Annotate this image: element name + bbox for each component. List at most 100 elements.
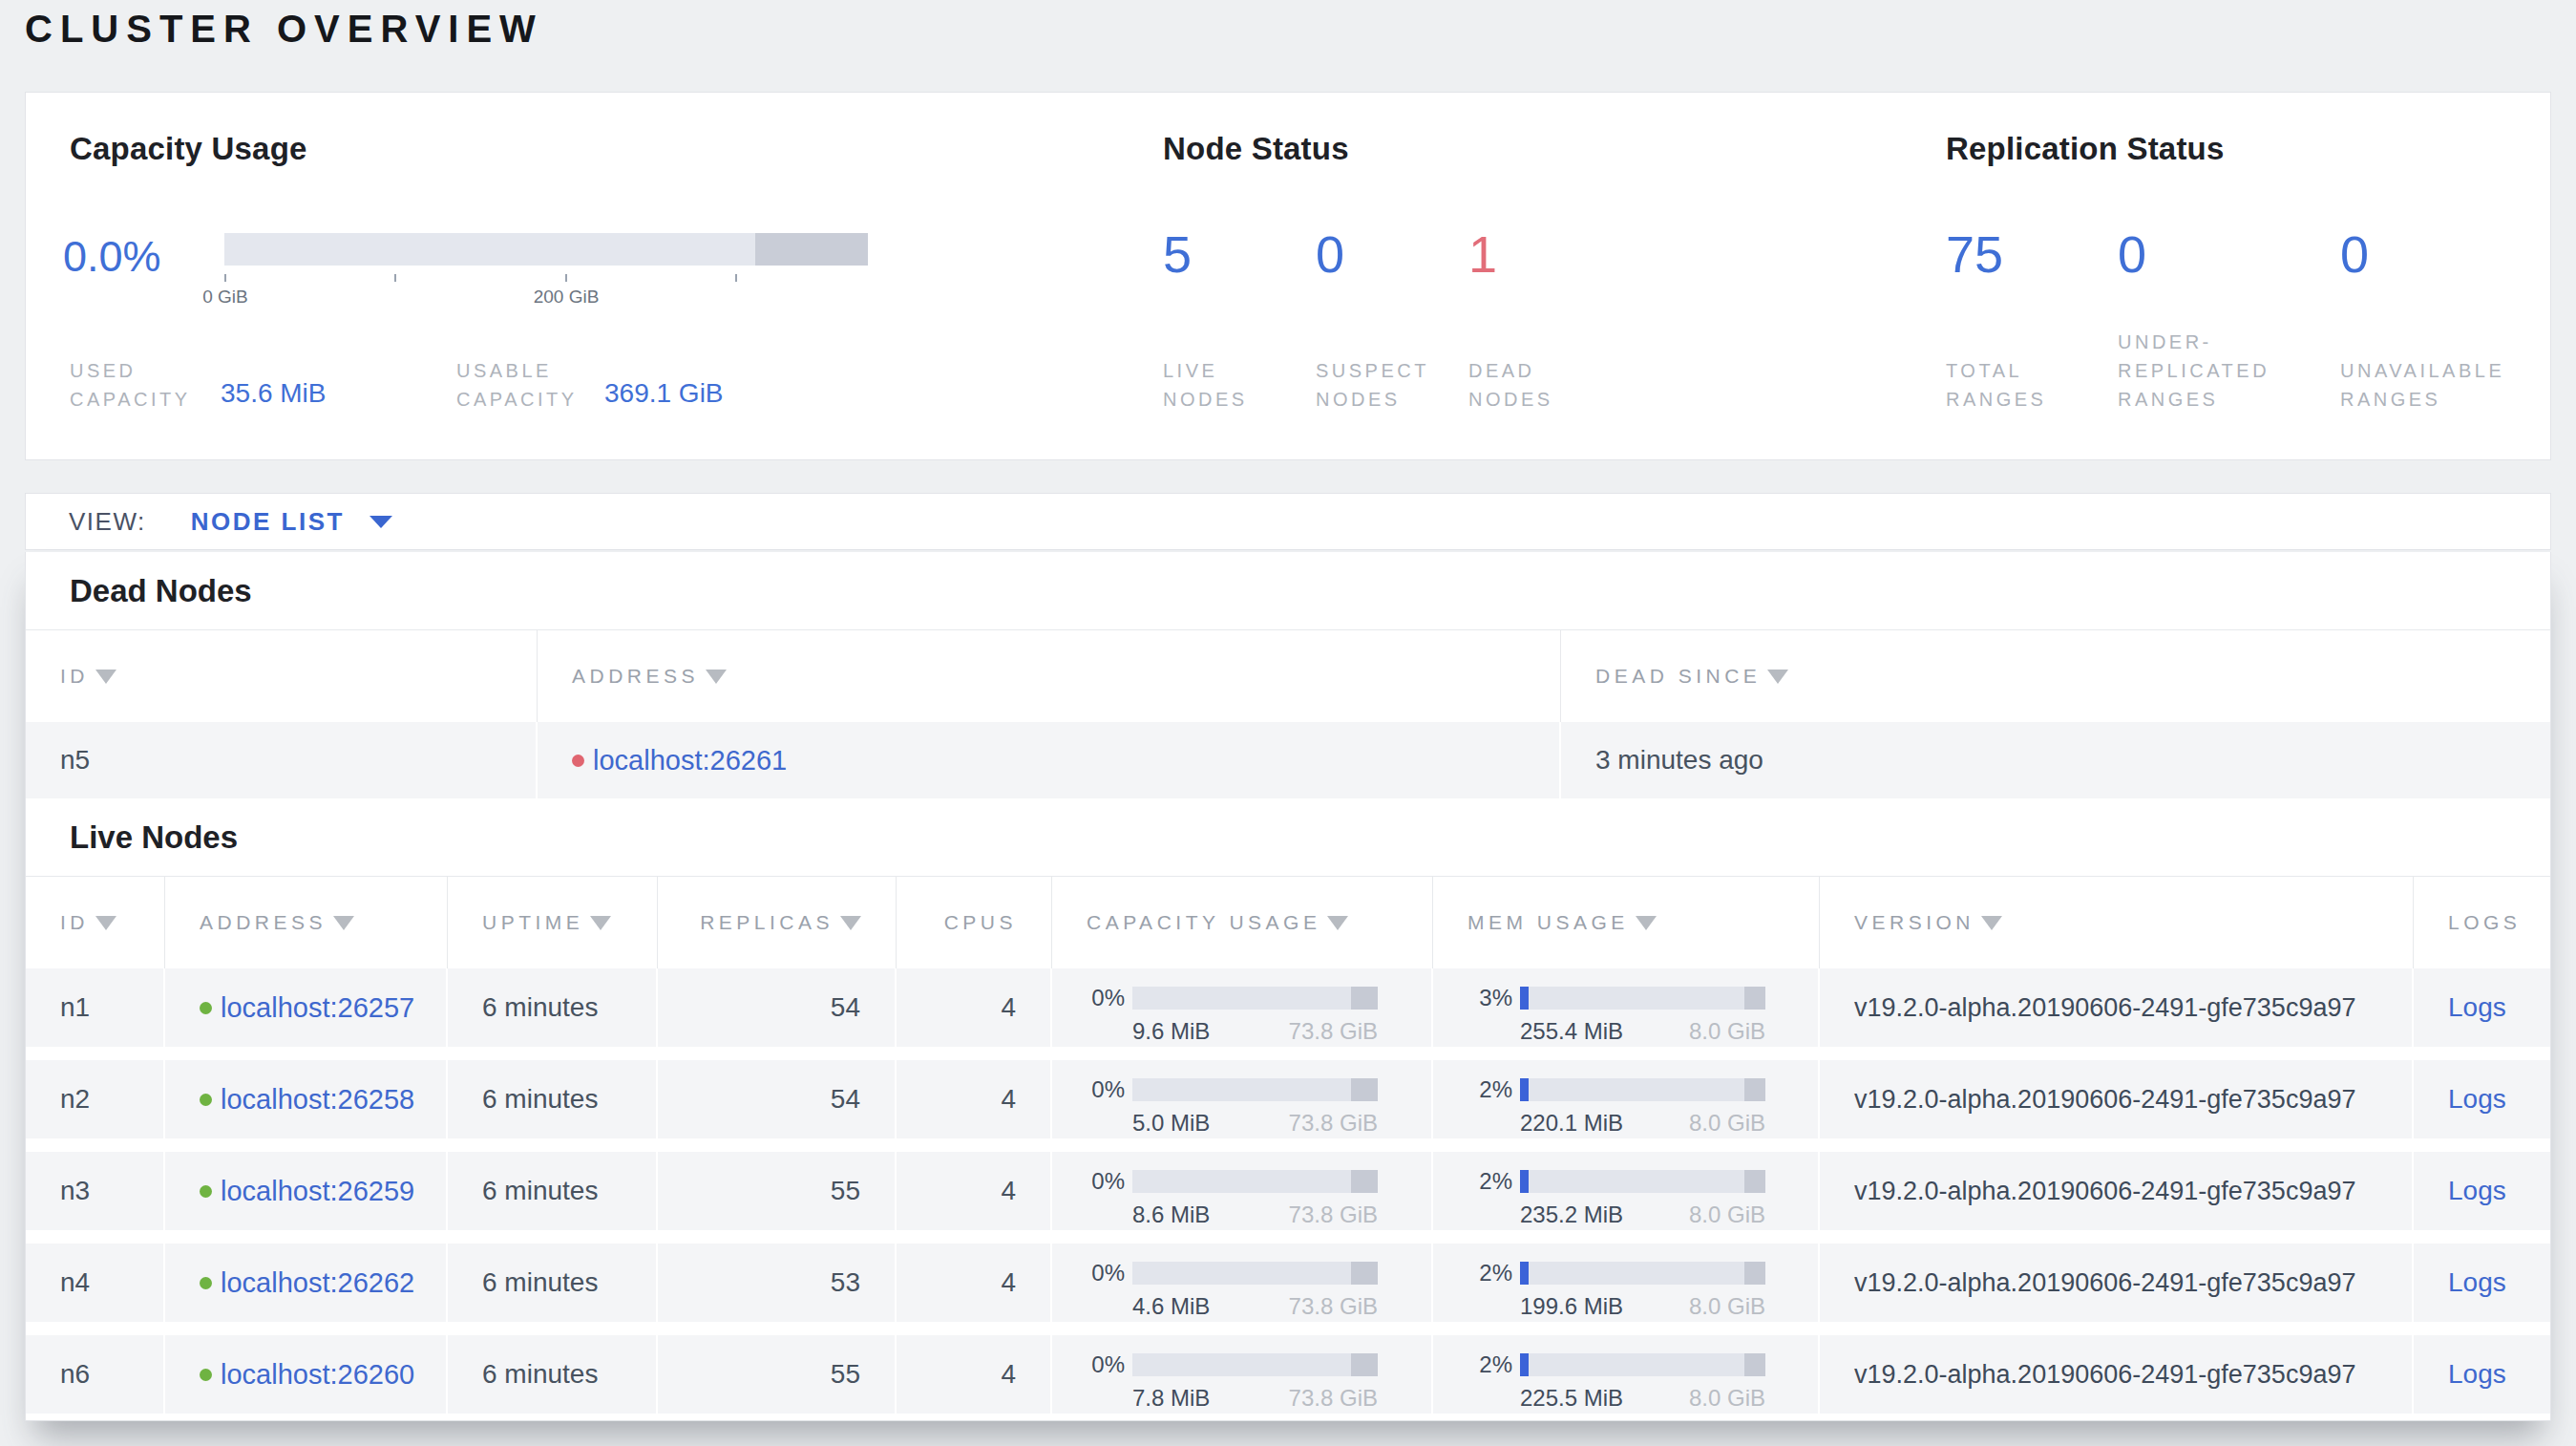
column-header-dead-since[interactable]: DEAD SINCE	[1561, 630, 2550, 722]
stat-under--replicated-ranges: 0UNDER-REPLICATEDRANGES	[2118, 218, 2340, 414]
capacity-stat-value: 35.6 MiB	[221, 378, 456, 414]
node-logs[interactable]: Logs	[2414, 1060, 2550, 1138]
axis-tick	[224, 274, 226, 282]
column-header-uptime[interactable]: UPTIME	[448, 877, 658, 968]
dead-status-icon	[572, 755, 584, 767]
usage-total: 8.0 GiB	[1689, 1294, 1765, 1319]
usage-percent: 3%	[1459, 985, 1512, 1011]
live-nodes-heading: Live Nodes	[26, 798, 2550, 877]
column-header-id[interactable]: ID	[26, 877, 165, 968]
usage-total: 8.0 GiB	[1689, 1019, 1765, 1044]
node-uptime: 6 minutes	[448, 968, 658, 1047]
node-version: v19.2.0-alpha.20190606-2491-gfe735c9a97	[1820, 1335, 2414, 1414]
usage-total: 73.8 GiB	[1289, 1386, 1378, 1411]
usage-total: 73.8 GiB	[1289, 1202, 1378, 1227]
usage-bar	[1132, 987, 1378, 1010]
usage-percent: 2%	[1459, 1076, 1512, 1103]
stat-unavailable-ranges: 0UNAVAILABLERANGES	[2340, 218, 2550, 414]
node-logs[interactable]: Logs	[2414, 1335, 2550, 1414]
node-replicas: 54	[658, 968, 897, 1047]
memory-usage-cell: 2%225.5 MiB8.0 GiB	[1433, 1335, 1820, 1414]
node-address[interactable]: localhost:26260	[165, 1335, 448, 1414]
node-id: n4	[26, 1244, 165, 1322]
stat-label: UNAVAILABLERANGES	[2340, 356, 2504, 414]
live-node-row: n2localhost:262586 minutes5440%5.0 MiB73…	[26, 1060, 2550, 1138]
usage-used: 4.6 MiB	[1132, 1294, 1210, 1319]
column-header-version[interactable]: VERSION	[1820, 877, 2414, 968]
capacity-bar	[224, 233, 868, 266]
node-logs[interactable]: Logs	[2414, 968, 2550, 1047]
capacity-usage-cell: 0%5.0 MiB73.8 GiB	[1052, 1060, 1433, 1138]
sort-desc-icon	[1767, 670, 1788, 684]
node-uptime: 6 minutes	[448, 1244, 658, 1322]
usage-percent: 2%	[1459, 1168, 1512, 1195]
node-uptime: 6 minutes	[448, 1060, 658, 1138]
sort-desc-icon	[95, 916, 116, 930]
view-label: VIEW:	[69, 507, 146, 537]
node-address[interactable]: localhost:26258	[165, 1060, 448, 1138]
live-status-icon	[200, 1002, 212, 1014]
node-id: n1	[26, 968, 165, 1047]
live-nodes-title: Live Nodes	[70, 819, 238, 856]
node-address[interactable]: localhost:26262	[165, 1244, 448, 1322]
node-cpus: 4	[897, 1335, 1052, 1414]
node-version: v19.2.0-alpha.20190606-2491-gfe735c9a97	[1820, 1060, 2414, 1138]
usage-bar	[1132, 1078, 1378, 1101]
node-cpus: 4	[897, 1152, 1052, 1230]
view-dropdown[interactable]: NODE LIST	[191, 507, 345, 537]
node-version: v19.2.0-alpha.20190606-2491-gfe735c9a97	[1820, 968, 2414, 1047]
node-cpus: 4	[897, 1060, 1052, 1138]
usage-bar	[1520, 987, 1765, 1010]
usage-used: 199.6 MiB	[1520, 1294, 1623, 1319]
replication-status-section: Replication Status 75TOTALRANGES0UNDER-R…	[1946, 131, 2224, 167]
live-nodes-header: ID ADDRESS UPTIMEREPLICAS CPUS CAPACITY USAG…	[26, 877, 2550, 968]
column-header-label: DEAD SINCE	[1595, 665, 1761, 688]
column-header-label: ID	[60, 911, 89, 934]
node-uptime: 6 minutes	[448, 1335, 658, 1414]
usage-bar	[1132, 1170, 1378, 1193]
usage-bar	[1520, 1262, 1765, 1285]
capacity-stats: USEDCAPACITY35.6 MiBUSABLECAPACITY369.1 …	[70, 354, 795, 414]
usage-used: 235.2 MiB	[1520, 1202, 1623, 1227]
stat-label: SUSPECTNODES	[1316, 356, 1429, 414]
column-header-address[interactable]: ADDRESS	[538, 630, 1561, 722]
node-logs[interactable]: Logs	[2414, 1152, 2550, 1230]
column-header-address[interactable]: ADDRESS	[165, 877, 448, 968]
replication-status-title: Replication Status	[1946, 131, 2224, 167]
node-id: n2	[26, 1060, 165, 1138]
usage-used: 7.8 MiB	[1132, 1386, 1210, 1411]
usage-bar	[1132, 1262, 1378, 1285]
column-header-id[interactable]: ID	[26, 630, 538, 722]
stat-value: 75	[1946, 229, 2118, 279]
node-status-title: Node Status	[1163, 131, 1349, 167]
node-address[interactable]: localhost:26257	[165, 968, 448, 1047]
live-status-icon	[200, 1277, 212, 1289]
dead-node-id: n5	[26, 722, 538, 798]
usage-percent: 2%	[1459, 1260, 1512, 1287]
node-tables-card: Dead Nodes IDADDRESSDEAD SINCE n5localho…	[25, 552, 2551, 1421]
capacity-usage-section: Capacity Usage 0.0% 0 GiB200 GiB USEDCAP…	[70, 131, 307, 167]
node-id: n6	[26, 1335, 165, 1414]
column-header-replicas[interactable]: REPLICAS	[658, 877, 897, 968]
usage-bar	[1520, 1353, 1765, 1376]
column-header-label: CPUS	[944, 911, 1017, 934]
capacity-usage-cell: 0%9.6 MiB73.8 GiB	[1052, 968, 1433, 1047]
capacity-bar-chart: 0 GiB200 GiB	[224, 233, 868, 319]
usage-percent: 2%	[1459, 1351, 1512, 1378]
usage-bar	[1520, 1170, 1765, 1193]
sort-desc-icon	[333, 916, 354, 930]
sort-desc-icon	[1981, 916, 2002, 930]
node-replicas: 54	[658, 1060, 897, 1138]
column-header-mem-usage[interactable]: MEM USAGE	[1433, 877, 1820, 968]
stat-label: UNDER-REPLICATEDRANGES	[2118, 328, 2270, 414]
column-header-logs: LOGS	[2414, 877, 2550, 968]
column-header-label: ADDRESS	[200, 911, 327, 934]
column-header-capacity-usage[interactable]: CAPACITY USAGE	[1052, 877, 1433, 968]
usage-used: 8.6 MiB	[1132, 1202, 1210, 1227]
stat-value: 1	[1468, 229, 1621, 279]
chevron-down-icon[interactable]	[370, 516, 392, 528]
node-logs[interactable]: Logs	[2414, 1244, 2550, 1322]
node-uptime: 6 minutes	[448, 1152, 658, 1230]
node-address[interactable]: localhost:26259	[165, 1152, 448, 1230]
dead-node-address[interactable]: localhost:26261	[538, 722, 1561, 798]
